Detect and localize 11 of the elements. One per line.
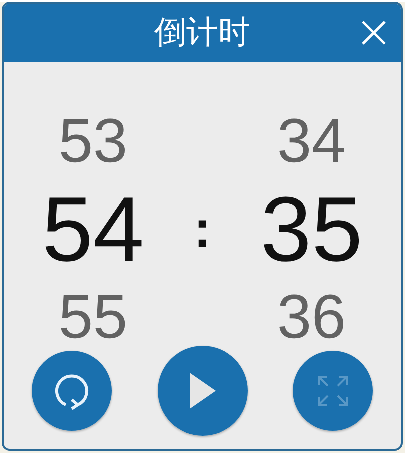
current-number[interactable]: 35 [260, 184, 363, 276]
close-icon[interactable] [361, 20, 387, 46]
next-number: 55 [58, 282, 128, 354]
previous-number: 34 [277, 106, 346, 178]
current-number[interactable]: 54 [42, 184, 144, 276]
play-icon [188, 371, 218, 411]
window-title: 倒计时 [154, 12, 250, 53]
separator: : [192, 200, 212, 260]
expand-icon [317, 375, 349, 407]
previous-number: 53 [58, 106, 128, 178]
next-number: 36 [277, 282, 346, 354]
